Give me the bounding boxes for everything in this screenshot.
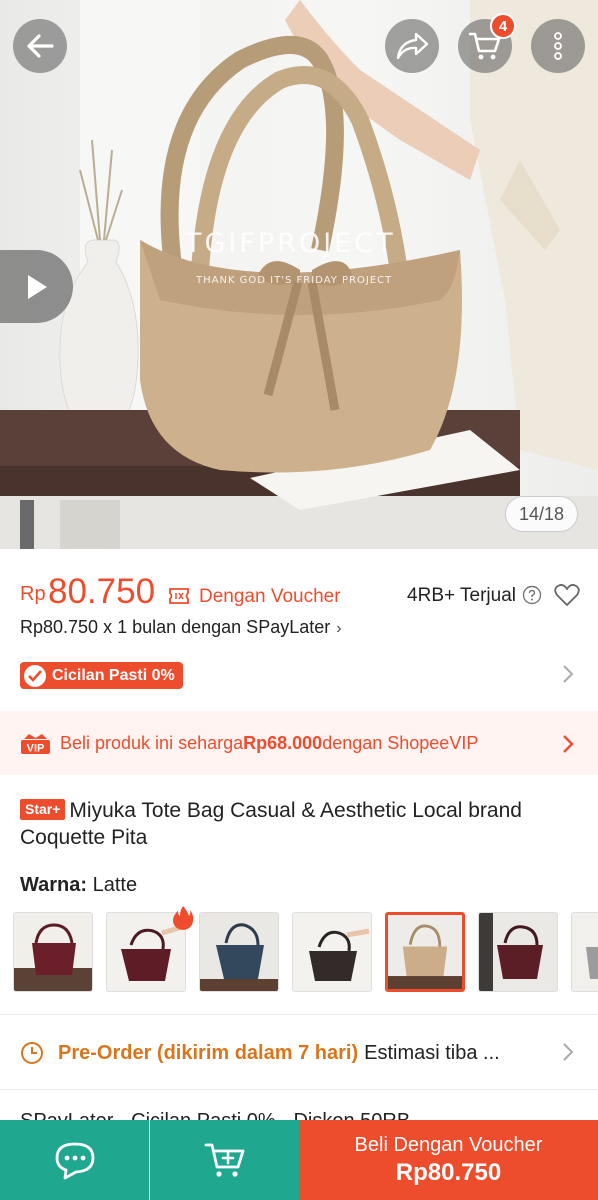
price-row: Rp 80.750 Dengan Voucher 4RB+ Terjual [20, 572, 580, 612]
chevron-right-icon: › [336, 620, 342, 637]
product-title: Star+ Miyuka Tote Bag Casual & Aesthetic … [20, 797, 580, 851]
brand-watermark-tagline: THANK GOD IT'S FRIDAY PROJECT [196, 275, 393, 286]
shopee-vip-banner[interactable]: VIP Beli produk ini seharga Rp68.000 den… [0, 711, 598, 775]
chevron-right-icon[interactable] [562, 1042, 574, 1062]
price-currency: Rp [20, 583, 46, 605]
product-image-gallery[interactable]: TGIFPROJECT THANK GOD IT'S FRIDAY PROJEC… [0, 0, 598, 549]
add-to-cart-icon [204, 1143, 244, 1177]
play-icon [27, 274, 47, 299]
image-counter: 14/18 [504, 496, 578, 532]
back-button[interactable] [13, 19, 67, 73]
svg-text:VIP: VIP [27, 743, 45, 755]
buy-with-voucher-button[interactable]: Beli Dengan Voucher Rp80.750 [299, 1120, 598, 1200]
spaylater-link[interactable]: Rp80.750 x 1 bulan dengan SPayLater › [20, 617, 342, 638]
chat-icon [55, 1142, 94, 1180]
cicilan-label: Cicilan Pasti 0% [52, 666, 175, 684]
divider [0, 1089, 598, 1090]
variant-thumbnail[interactable] [292, 912, 372, 992]
brand-watermark: TGIFPROJECT [185, 228, 396, 259]
vip-text-suffix: dengan ShopeeVIP [322, 732, 479, 753]
cart-count-badge: 4 [490, 13, 516, 39]
sold-count: 4RB+ Terjual [407, 585, 516, 606]
variant-thumbnail[interactable] [478, 912, 558, 992]
variant-thumbnail[interactable] [571, 912, 598, 992]
more-options-button[interactable] [531, 19, 585, 73]
share-button[interactable] [385, 19, 439, 73]
variant-value: Latte [92, 874, 138, 896]
variant-thumbnails [13, 912, 598, 994]
play-video-button[interactable] [0, 250, 73, 323]
add-to-cart-button[interactable] [150, 1120, 299, 1200]
estimate-label: Estimasi tiba ... [364, 1041, 500, 1064]
voucher-label: Dengan Voucher [199, 586, 341, 607]
back-arrow-icon [27, 34, 54, 58]
star-plus-badge: Star+ [20, 799, 66, 820]
spaylater-text: Rp80.750 x 1 bulan dengan SPayLater [20, 617, 331, 637]
vip-text-prefix: Beli produk ini seharga [60, 732, 244, 753]
cart-button[interactable]: 4 [458, 13, 516, 73]
variant-thumbnail[interactable] [199, 912, 279, 992]
vip-price: Rp68.000 [243, 732, 323, 753]
cicilan-badge[interactable]: Cicilan Pasti 0% [20, 662, 183, 689]
chevron-right-icon [563, 735, 574, 753]
vip-crown-icon: VIP [21, 734, 50, 755]
check-badge-icon [24, 664, 46, 687]
share-icon [396, 32, 429, 60]
clock-icon [21, 1042, 43, 1064]
product-title-text: Miyuka Tote Bag Casual & Aesthetic Local… [20, 799, 522, 849]
variant-key: Warna: [20, 874, 88, 896]
preorder-label: Pre-Order (dikirim dalam 7 hari) [58, 1041, 359, 1064]
more-vert-icon [554, 32, 562, 60]
chevron-right-icon[interactable] [562, 664, 574, 684]
variant-thumbnail-selected[interactable] [385, 912, 465, 992]
bottom-action-bar: Beli Dengan Voucher Rp80.750 [0, 1120, 598, 1200]
chat-button[interactable] [0, 1120, 149, 1200]
hot-fire-icon [173, 906, 194, 930]
preorder-row[interactable]: Pre-Order (dikirim dalam 7 hari) Estimas… [20, 1036, 580, 1070]
divider [0, 1014, 598, 1015]
buy-button-label: Beli Dengan Voucher [354, 1133, 543, 1156]
favorite-heart-icon[interactable] [554, 583, 580, 607]
buy-button-price: Rp80.750 [395, 1158, 502, 1186]
price-amount: 80.750 [48, 572, 156, 611]
voucher-icon [169, 588, 189, 604]
help-icon[interactable] [522, 585, 542, 605]
variant-label: Warna: Latte [20, 874, 137, 897]
variant-thumbnail[interactable] [13, 912, 93, 992]
